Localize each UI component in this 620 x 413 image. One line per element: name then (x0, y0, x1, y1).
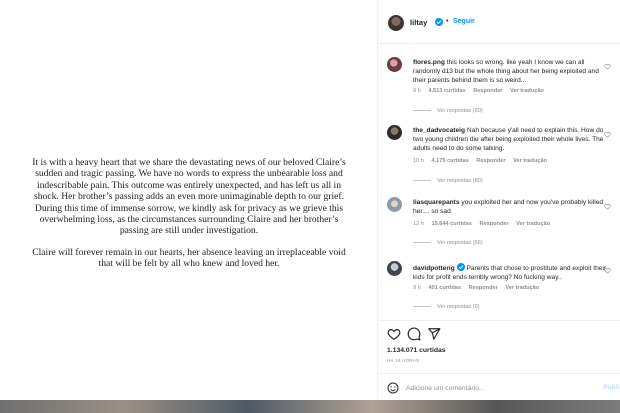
instagram-post-modal: It is with a heavy heart that we share t… (0, 0, 620, 400)
comment-likes[interactable]: 15.644 curtidas (431, 221, 471, 227)
statement-line: that will be felt by all who knew and lo… (98, 258, 280, 270)
comment-meta: 9 h 4.513 curtidas Responder Ver traduçã… (413, 88, 550, 94)
comment-username[interactable]: davidpotterig (413, 265, 455, 272)
post-header: liltay • Seguir (378, 0, 620, 44)
statement-line: shock. Her brother’s passing adds an eve… (34, 191, 344, 203)
comment-text: flores.png this looks so wrong. like yea… (413, 58, 613, 86)
statement-line: indescribable pain. This outcome was ent… (36, 179, 342, 191)
avatar[interactable] (387, 125, 402, 140)
verified-badge-icon (456, 263, 465, 271)
comments-list[interactable]: flores.png this looks so wrong. like yea… (378, 45, 620, 320)
comment-username[interactable]: liasquarepants (413, 199, 460, 206)
view-replies-button[interactable]: Ver respostas (80) (413, 178, 483, 184)
author-handle[interactable]: liltay (410, 18, 427, 27)
reply-button[interactable]: Responder (476, 158, 505, 164)
statement-line: It is with a heavy heart that we share t… (32, 157, 346, 168)
comment-meta: 10 h 4.175 curtidas Responder Ver traduç… (413, 158, 553, 164)
send-icon[interactable] (427, 327, 441, 341)
reply-button[interactable]: Responder (469, 285, 498, 291)
view-replies-button[interactable]: Ver respostas (60) (413, 108, 483, 114)
comment-likes[interactable]: 4.175 curtidas (431, 158, 468, 164)
replies-divider (413, 180, 431, 182)
avatar[interactable] (387, 197, 402, 212)
avatar[interactable] (387, 57, 402, 72)
heart-icon[interactable] (387, 327, 401, 341)
verified-badge-icon (435, 18, 443, 26)
translate-button[interactable]: Ver tradução (516, 221, 550, 227)
comment-input[interactable] (406, 382, 586, 394)
translate-button[interactable]: Ver tradução (513, 158, 547, 164)
avatar[interactable] (387, 261, 402, 276)
publish-button[interactable]: Publi (603, 384, 620, 391)
view-replies-button[interactable]: Ver respostas (9) (413, 304, 480, 310)
likes-count[interactable]: 1.134.071 curtidas (387, 347, 446, 354)
reply-button[interactable]: Responder (473, 88, 502, 94)
comment-likes[interactable]: 401 curtidas (428, 285, 461, 291)
comment-time[interactable]: 9 h (413, 88, 421, 94)
translate-button[interactable]: Ver tradução (510, 88, 544, 94)
statement-line: During this time of immense sorrow, we k… (34, 202, 344, 214)
statement-paragraph-2: Claire will forever remain in our hearts… (0, 247, 378, 270)
comment-time[interactable]: 9 h (413, 285, 421, 291)
avatar[interactable] (388, 15, 404, 31)
post-image: It is with a heavy heart that we share t… (0, 0, 378, 400)
comment-text: the_dadvocateig Nah because y'all need t… (413, 126, 613, 154)
post-side-panel: liltay • Seguir flores.png this looks so… (378, 0, 620, 400)
comment-likes[interactable]: 4.513 curtidas (428, 88, 465, 94)
comment-time[interactable]: 10 h (413, 158, 424, 164)
comment-meta: 9 h 401 curtidas Responder Ver tradução (413, 285, 545, 291)
background-photo-strip (0, 400, 620, 413)
statement-line: sudden and tragic passing. We have no wo… (35, 168, 343, 180)
post-time[interactable]: HÁ 18 HORAS (387, 358, 419, 363)
comment-username[interactable]: the_dadvocateig (413, 127, 465, 134)
heart-icon[interactable] (604, 267, 611, 274)
statement-line: overwhelming loss, as the circumstances … (39, 214, 339, 226)
follow-button[interactable]: Seguir (453, 18, 475, 25)
view-replies-label: Ver respostas (9) (437, 304, 480, 310)
replies-divider (413, 242, 431, 244)
separator-dot: • (446, 18, 449, 25)
post-actions: 1.134.071 curtidas HÁ 18 HORAS Publi (378, 320, 620, 400)
replies-divider (413, 306, 431, 308)
view-replies-label: Ver respostas (60) (437, 108, 483, 114)
view-replies-button[interactable]: Ver respostas (56) (413, 240, 483, 246)
statement-line: passing are still under investigation. (119, 225, 259, 237)
add-comment-bar: Publi (378, 373, 620, 401)
heart-icon[interactable] (604, 203, 611, 210)
translate-button[interactable]: Ver tradução (505, 285, 539, 291)
comment-username[interactable]: flores.png (413, 59, 445, 66)
comment-meta: 12 h 15.644 curtidas Responder Ver tradu… (413, 221, 556, 227)
statement-paragraph-1: It is with a heavy heart that we share t… (0, 157, 378, 237)
view-replies-label: Ver respostas (80) (437, 178, 483, 184)
statement-line: Claire will forever remain in our hearts… (32, 247, 346, 258)
comment-text: liasquarepants you exploited her and now… (413, 198, 613, 216)
heart-icon[interactable] (604, 131, 611, 138)
comment-time[interactable]: 12 h (413, 221, 424, 227)
comment-icon[interactable] (407, 327, 421, 341)
heart-icon[interactable] (604, 63, 611, 70)
view-replies-label: Ver respostas (56) (437, 240, 483, 246)
replies-divider (413, 110, 431, 112)
emoji-icon[interactable] (387, 382, 399, 394)
comment-text: davidpotterig Parents that chose to pros… (413, 262, 613, 282)
reply-button[interactable]: Responder (479, 221, 508, 227)
